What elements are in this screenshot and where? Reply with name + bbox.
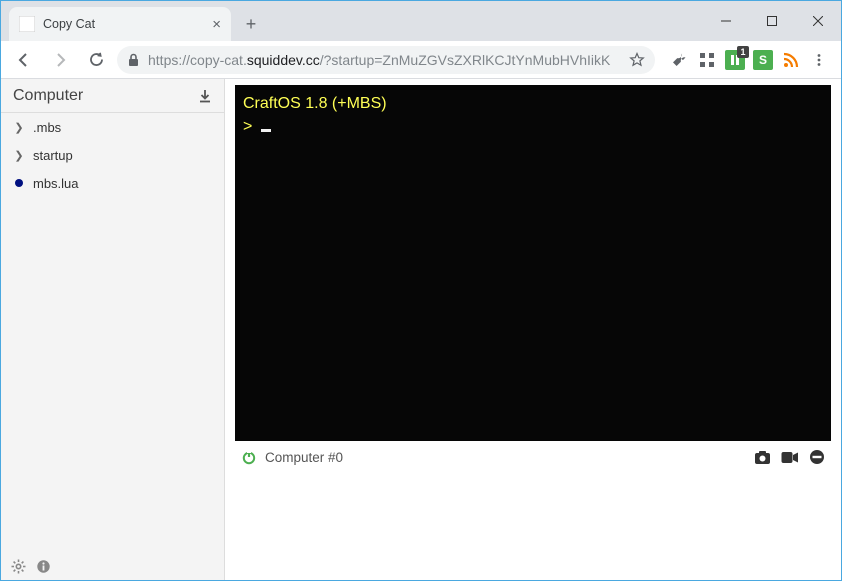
address-bar[interactable]: https://copy-cat.squiddev.cc/?startup=Zn… [117,46,655,74]
sidebar-title: Computer [13,87,83,105]
rss-icon[interactable] [781,50,801,70]
forward-button[interactable] [45,45,75,75]
maximize-button[interactable] [749,6,795,36]
cursor [261,129,271,132]
back-button[interactable] [9,45,39,75]
file-label: .mbs [33,120,61,135]
do-not-disturb-icon[interactable] [809,449,825,465]
power-icon[interactable] [241,449,257,465]
computer-label: Computer #0 [265,450,343,465]
url-text: https://copy-cat.squiddev.cc/?startup=Zn… [148,52,621,68]
sidebar: Computer ❯ .mbs ❯ startup mbs.lua [1,79,225,580]
info-icon[interactable] [36,559,51,574]
status-bar: Computer #0 [235,441,831,473]
browser-toolbar: https://copy-cat.squiddev.cc/?startup=Zn… [1,41,841,79]
gear-icon[interactable] [11,559,26,574]
file-item-lua[interactable]: mbs.lua [1,169,224,197]
tab-title: Copy Cat [43,17,95,31]
download-icon[interactable] [198,89,212,103]
close-icon[interactable]: × [212,16,221,33]
minimize-button[interactable] [703,6,749,36]
reload-button[interactable] [81,45,111,75]
file-list: ❯ .mbs ❯ startup mbs.lua [1,113,224,580]
window-close-button[interactable] [795,6,841,36]
window-titlebar: Copy Cat × + [1,1,841,41]
extensions-area: 1 S [661,50,833,70]
file-item-folder[interactable]: ❯ startup [1,141,224,169]
file-label: startup [33,148,73,163]
content-area: Computer ❯ .mbs ❯ startup mbs.lua [1,79,841,580]
star-icon[interactable] [629,52,645,68]
terminal-line: CraftOS 1.8 (+MBS) [243,95,387,112]
tab-favicon [19,16,35,32]
lua-icon [13,179,25,187]
file-item-folder[interactable]: ❯ .mbs [1,113,224,141]
extension-badge: 1 [737,46,749,58]
window-controls [703,1,841,41]
apps-icon[interactable] [697,50,717,70]
lock-icon [127,53,140,67]
sidebar-header: Computer [1,79,224,113]
file-label: mbs.lua [33,176,79,191]
sidebar-footer [11,559,51,574]
video-icon[interactable] [781,451,799,464]
browser-tab[interactable]: Copy Cat × [9,7,231,41]
chevron-right-icon: ❯ [13,121,25,134]
camera-icon[interactable] [754,450,771,465]
extension-s-icon[interactable]: S [753,50,773,70]
menu-icon[interactable] [809,50,829,70]
main-panel: CraftOS 1.8 (+MBS) > Computer #0 [225,79,841,580]
terminal-prompt: > [243,118,257,135]
wrench-icon[interactable] [669,50,689,70]
chevron-right-icon: ❯ [13,149,25,162]
terminal[interactable]: CraftOS 1.8 (+MBS) > [235,85,831,441]
extension-green-icon[interactable]: 1 [725,50,745,70]
new-tab-button[interactable]: + [237,10,265,38]
